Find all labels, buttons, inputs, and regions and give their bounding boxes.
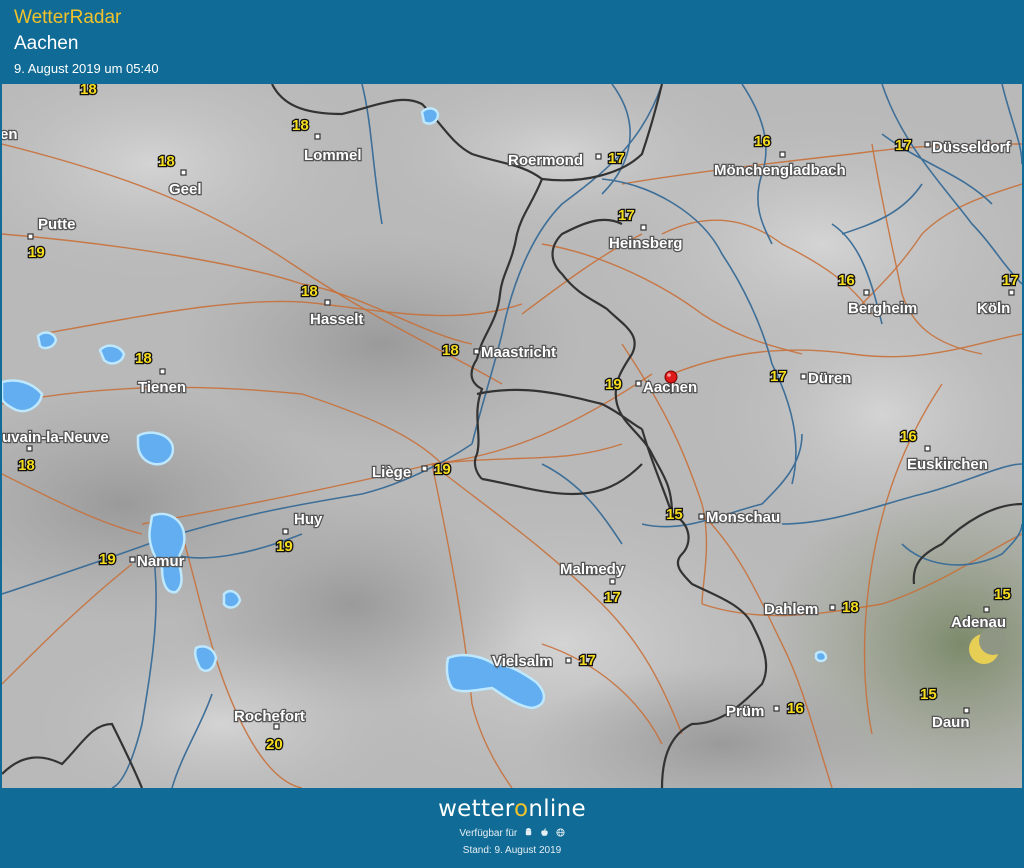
temp-koeln: 17 (1002, 272, 1019, 289)
city-label-vielsalm: Vielsalm (492, 653, 553, 670)
temp-heinsberg: 17 (618, 207, 635, 224)
app-frame: WetterRadar Aachen 9. August 2019 um 05:… (0, 0, 1024, 868)
app-title: WetterRadar (14, 7, 122, 28)
temp-lommel: 18 (292, 117, 309, 134)
temp-hasselt: 18 (301, 283, 318, 300)
logo-o: o (513, 796, 529, 822)
city-label-lommel: Lommel (304, 147, 362, 164)
temp-dueren: 17 (770, 368, 787, 385)
city-label-roermond: Roermond (508, 152, 583, 169)
city-label-putte: Putte (38, 216, 76, 233)
temp-geel: 18 (158, 153, 175, 170)
android-icon (525, 828, 532, 836)
data-stand-date: Stand: 9. August 2019 (462, 845, 562, 856)
city-label-namur: Namur (137, 553, 185, 570)
city-label-dahlem: Dahlem (764, 601, 818, 618)
city-label-hasselt: Hasselt (310, 311, 363, 328)
wetteronline-logo[interactable]: wetteronline (0, 796, 1024, 822)
temp-tienen: 18 (135, 350, 152, 367)
map-canvas[interactable]: Lommel Roermond Mönchengladbach Düsseldo… (2, 84, 1022, 788)
temp-euskirchen: 16 (900, 428, 917, 445)
city-label-koeln: Köln (977, 300, 1010, 317)
radar-timestamp: 9. August 2019 um 05:40 (14, 61, 159, 76)
temp-liege: 19 (434, 461, 451, 478)
temp-monschau: 15 (666, 506, 683, 523)
web-icon (556, 828, 565, 837)
temp-aachen: 19 (605, 376, 622, 393)
temp-daun: 15 (920, 686, 937, 703)
footer-bar: wetteronline Verfügbar für Stand: 9. Aug… (0, 788, 1024, 868)
temp-vielsalm: 17 (579, 652, 596, 669)
temp-louvain-la-neuve: 18 (18, 457, 35, 474)
temp-pruem: 16 (787, 700, 804, 717)
logo-prefix: wetter (438, 796, 514, 822)
city-label-geel: Geel (169, 181, 202, 198)
city-label-maastricht: Maastricht (481, 344, 556, 361)
temp-putte: 19 (28, 244, 45, 261)
temp-rochefort: 20 (266, 736, 283, 753)
temp-malmedy: 17 (604, 589, 621, 606)
availability-label: Verfügbar für (459, 828, 518, 839)
city-label-pruem: Prüm (726, 703, 764, 720)
city-label-moenchengladbach: Mönchengladbach (714, 162, 846, 179)
city-label-duesseldorf: Düsseldorf (932, 139, 1011, 156)
temp-duesseldorf: 17 (895, 137, 912, 154)
city-label-monschau: Monschau (706, 509, 780, 526)
header-bar: WetterRadar Aachen 9. August 2019 um 05:… (0, 0, 1024, 84)
temp-moenchengladbach: 16 (754, 133, 771, 150)
city-label-bergheim: Bergheim (848, 300, 917, 317)
city-label-liege: Liège (372, 464, 411, 481)
city-label-dueren: Düren (808, 370, 851, 387)
city-label-euskirchen: Euskirchen (907, 456, 988, 473)
temp-namur: 19 (99, 551, 116, 568)
apple-icon (541, 828, 548, 836)
city-label-heinsberg: Heinsberg (609, 235, 682, 252)
city-label-rochefort: Rochefort (234, 708, 305, 725)
temp-huy: 19 (276, 538, 293, 555)
city-label-daun: Daun (932, 714, 970, 731)
city-label-edge-left: en (2, 126, 18, 143)
temp-dahlem: 18 (842, 599, 859, 616)
location-name: Aachen (14, 33, 79, 54)
city-label-huy: Huy (294, 511, 323, 528)
temp-bergheim: 16 (838, 272, 855, 289)
radar-map[interactable]: Lommel Roermond Mönchengladbach Düsseldo… (2, 84, 1022, 788)
availability-line: Verfügbar für (0, 828, 1024, 839)
temp-maastricht: 18 (442, 342, 459, 359)
city-label-malmedy: Malmedy (560, 561, 625, 578)
city-label-tienen: Tienen (138, 379, 186, 396)
temp-top-edge: 18 (80, 84, 97, 98)
logo-suffix: nline (528, 796, 586, 822)
city-label-louvain-la-neuve: uvain-la-Neuve (2, 429, 109, 446)
temp-adenau: 15 (994, 586, 1011, 603)
temp-roermond: 17 (608, 150, 625, 167)
